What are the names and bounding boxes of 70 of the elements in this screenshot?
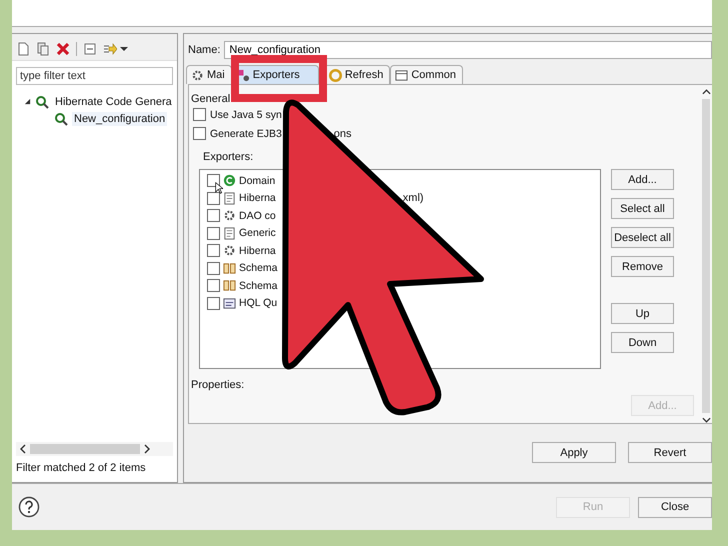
config-button[interactable]: Revert bbox=[628, 442, 712, 463]
exporter-name: Schema bbox=[239, 262, 278, 274]
mouse-pointer-icon bbox=[215, 182, 223, 194]
tree-item[interactable]: New_configuration bbox=[72, 112, 168, 126]
option-label: ons bbox=[334, 128, 352, 140]
filter-status: Filter matched 2 of 2 items bbox=[15, 461, 147, 476]
checkbox[interactable] bbox=[207, 244, 220, 258]
exporter-name: Hiberna bbox=[239, 244, 276, 257]
collapse-icon[interactable] bbox=[83, 42, 97, 56]
config-button[interactable]: Apply bbox=[532, 442, 616, 463]
tab[interactable]: Mai bbox=[186, 65, 232, 84]
section-heading: General bbox=[191, 93, 232, 105]
exporter-button[interactable]: Deselect all bbox=[611, 227, 674, 248]
scroll-right-icon[interactable] bbox=[144, 444, 150, 454]
exporter-name: DAO co bbox=[239, 210, 276, 222]
dialog-button[interactable]: Close bbox=[638, 496, 712, 518]
checkbox[interactable] bbox=[207, 279, 220, 292]
filter-arrow-icon[interactable] bbox=[103, 42, 117, 56]
checkbox[interactable] bbox=[207, 174, 220, 188]
scroll-left-icon[interactable] bbox=[20, 444, 26, 454]
exporter-button[interactable]: Up bbox=[611, 303, 674, 324]
checkbox[interactable] bbox=[207, 262, 220, 275]
scroll-up-icon[interactable] bbox=[702, 89, 710, 95]
export-icon bbox=[236, 68, 250, 82]
filter-field[interactable]: type filter text bbox=[16, 67, 173, 85]
exporter-button[interactable]: Remove bbox=[611, 256, 674, 277]
exporters-label: Exporters: bbox=[203, 151, 254, 163]
option-label: Use Java 5 syn bbox=[210, 108, 282, 120]
name-label: Name: bbox=[188, 44, 220, 56]
checkbox[interactable] bbox=[207, 226, 220, 240]
exporter-name: Schema bbox=[239, 280, 278, 292]
configuration-icon bbox=[54, 112, 68, 126]
refresh-icon bbox=[328, 68, 342, 82]
expand-arrow-icon[interactable] bbox=[24, 98, 31, 105]
document-icon bbox=[223, 226, 236, 240]
copy-document-icon[interactable] bbox=[36, 42, 50, 56]
option-label: Generate EJB3 bbox=[210, 128, 282, 140]
new-document-icon[interactable] bbox=[16, 42, 30, 56]
checkbox[interactable] bbox=[207, 192, 220, 205]
exporter-button[interactable]: Select all bbox=[611, 198, 674, 219]
document-icon bbox=[223, 192, 236, 205]
delete-icon[interactable] bbox=[56, 42, 70, 56]
tree-item[interactable]: Hibernate Code Genera bbox=[53, 94, 174, 108]
query-icon bbox=[223, 296, 236, 310]
checkbox[interactable] bbox=[207, 296, 220, 310]
exporter-name: Hiberna bbox=[239, 192, 276, 204]
checkbox[interactable] bbox=[193, 108, 206, 121]
checkbox[interactable] bbox=[207, 209, 220, 222]
tab[interactable]: Common bbox=[390, 65, 463, 84]
gear-icon bbox=[223, 244, 236, 258]
dropdown-caret-icon[interactable] bbox=[120, 46, 128, 52]
table-icon bbox=[223, 279, 236, 292]
window-icon bbox=[395, 68, 408, 82]
gear-icon bbox=[191, 68, 204, 82]
horizontal-scrollbar[interactable] bbox=[16, 442, 173, 456]
name-field[interactable]: New_configuration bbox=[224, 41, 712, 59]
configuration-icon bbox=[35, 94, 49, 108]
properties-label: Properties: bbox=[191, 379, 246, 391]
exporter-button[interactable]: Add... bbox=[611, 169, 674, 190]
gear-icon bbox=[223, 209, 236, 222]
exporter-button[interactable]: Down bbox=[611, 332, 674, 353]
exporter-name: HQL Qu bbox=[239, 297, 278, 310]
table-icon bbox=[223, 262, 236, 275]
class-icon bbox=[223, 174, 236, 188]
exporter-name: Domain bbox=[239, 174, 276, 187]
exporter-name: xml) bbox=[402, 192, 424, 204]
help-icon[interactable] bbox=[18, 496, 40, 518]
scroll-down-icon[interactable] bbox=[702, 417, 710, 423]
checkbox[interactable] bbox=[193, 127, 206, 140]
exporter-name: Generic bbox=[239, 227, 276, 240]
